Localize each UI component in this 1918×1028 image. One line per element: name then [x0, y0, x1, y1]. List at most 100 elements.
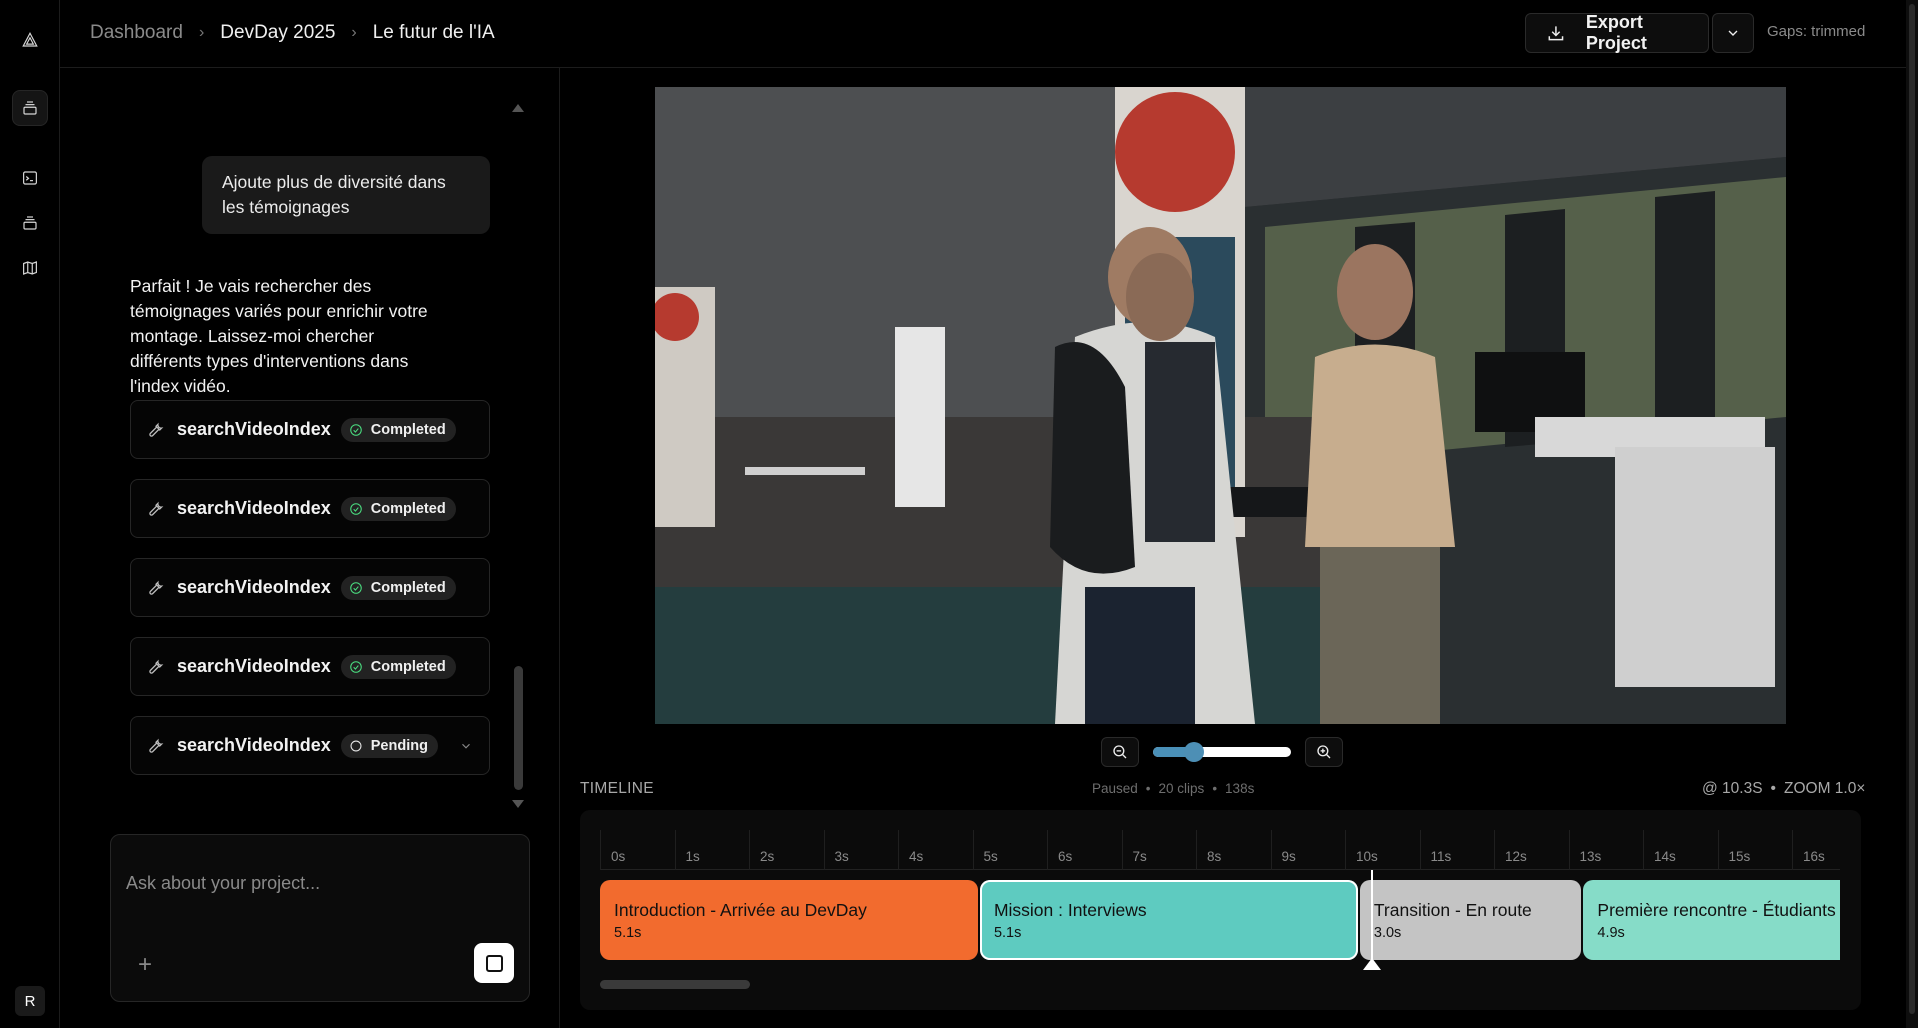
timeline-tick: 14s [1643, 830, 1676, 870]
zoom-in-button[interactable] [1305, 737, 1343, 767]
tool-call-card[interactable]: searchVideoIndex Completed [130, 558, 490, 617]
tool-call-name: searchVideoIndex [177, 577, 331, 597]
tool-call-card[interactable]: searchVideoIndex Completed [130, 637, 490, 696]
chat-scrollbar[interactable] [514, 666, 523, 790]
clip-title: Introduction - Arrivée au DevDay [614, 900, 867, 920]
tool-call-card[interactable]: searchVideoIndex Completed [130, 400, 490, 459]
terminal-icon[interactable] [12, 160, 48, 196]
clip-title: Mission : Interviews [993, 900, 1147, 920]
status-label: Completed [370, 579, 446, 596]
timeline-scrollbar[interactable] [600, 980, 750, 989]
status-label: Pending [370, 737, 428, 754]
zoom-slider-thumb[interactable] [1184, 742, 1205, 762]
chevron-down-icon [1728, 30, 1738, 36]
video-frame-image [655, 87, 1786, 724]
clip-duration: 4.9s [1597, 925, 1625, 941]
meta-separator: • [1770, 780, 1776, 797]
export-project-button[interactable]: Export Project [1525, 12, 1709, 53]
timeline-tick-label: 9s [1281, 849, 1296, 864]
scroll-down-icon[interactable] [512, 800, 524, 808]
wrench-icon [149, 738, 164, 753]
meta-separator: • [1212, 781, 1218, 796]
wrench-icon [149, 659, 164, 674]
timeline-tick: 6s [1047, 830, 1072, 870]
timeline-tick: 15s [1717, 830, 1750, 870]
timeline-meta: Paused • 20 clips • 138s [1092, 781, 1254, 796]
timeline-clip[interactable]: Transition - En route 3.0s [1359, 880, 1582, 960]
map-icon[interactable] [12, 250, 48, 286]
check-circle-icon [349, 660, 362, 673]
timeline-zoom: ZOOM 1.0× [1783, 780, 1866, 797]
tool-call-name: searchVideoIndex [177, 656, 331, 676]
clip-duration: 5.1s [614, 925, 642, 941]
tool-call-name: searchVideoIndex [177, 735, 331, 755]
clips-count: 20 clips [1158, 781, 1205, 796]
meta-separator: • [1145, 781, 1151, 796]
layers-icon[interactable] [12, 90, 48, 126]
chat-input[interactable] [126, 873, 506, 894]
chevron-down-icon[interactable] [459, 739, 473, 753]
tool-call-card[interactable]: searchVideoIndex Pending [130, 716, 490, 775]
zoom-slider[interactable] [1153, 742, 1291, 762]
timeline-tick-label: 1s [685, 849, 700, 864]
zoom-in-icon [1317, 745, 1331, 759]
timeline-clip[interactable]: Introduction - Arrivée au DevDay 5.1s [600, 880, 978, 960]
breadcrumb-dashboard[interactable]: Dashboard [90, 22, 183, 44]
stop-icon [485, 954, 503, 972]
gaps-status: Gaps: trimmed [1767, 23, 1866, 40]
status-label: Completed [370, 421, 446, 438]
breadcrumb-devday[interactable]: DevDay 2025 [220, 22, 335, 44]
assistant-message: Parfait ! Je vais rechercher des témoign… [130, 276, 428, 396]
timeline-clip[interactable]: Première rencontre - Étudiants 4.9s [1583, 880, 1840, 960]
tool-call-card[interactable]: searchVideoIndex Completed [130, 479, 490, 538]
zoom-out-icon [1113, 745, 1127, 759]
status-badge: Completed [340, 654, 456, 679]
status-label: Completed [370, 658, 446, 675]
stop-button[interactable] [474, 943, 514, 983]
add-attachment-icon[interactable]: + [133, 953, 157, 977]
playhead[interactable] [1371, 870, 1373, 970]
export-project-label: Export Project [1585, 12, 1647, 53]
tool-call-name: searchVideoIndex [177, 419, 331, 439]
timeline-tick-label: 11s [1430, 849, 1452, 864]
timeline-tick: 9s [1270, 830, 1296, 870]
timeline-tick-label: 4s [909, 849, 924, 864]
timeline-tick-label: 13s [1579, 849, 1602, 864]
wrench-icon [149, 580, 164, 595]
timeline-ruler[interactable]: 0s 1s 2s 3s 4s 5s 6s 7s 8s 9s 10s 11s 12s 13s 14s 15s 16… [600, 830, 1840, 870]
chat-panel: Ajoute plus de diversité dans les témoig… [60, 68, 560, 1028]
video-preview[interactable] [655, 87, 1786, 724]
timeline-tick: 4s [898, 830, 923, 870]
clip-duration: 3.0s [1373, 925, 1402, 941]
timeline-tick: 8s [1196, 830, 1221, 870]
timeline-tick-label: 14s [1654, 849, 1676, 864]
timeline-tick: 13s [1568, 830, 1601, 870]
timeline-tick-label: 16s [1803, 849, 1825, 864]
check-circle-icon [349, 423, 362, 436]
export-options-button[interactable] [1712, 13, 1754, 53]
timeline-tick-label: 10s [1356, 849, 1378, 864]
wrench-icon [149, 422, 164, 437]
stack-icon[interactable] [12, 205, 48, 241]
breadcrumb: Dashboard › DevDay 2025 › Le futur de l'… [90, 22, 495, 44]
timeline-tick: 5s [972, 830, 998, 870]
timeline-clip[interactable]: Mission : Interviews 5.1s [979, 880, 1358, 960]
status-badge: Completed [340, 496, 456, 521]
zoom-out-button[interactable] [1101, 737, 1139, 767]
page-scrollbar[interactable] [1906, 0, 1918, 1028]
scroll-up-icon[interactable] [512, 104, 524, 112]
status-label: Completed [370, 500, 446, 517]
clip-title: Première rencontre - Étudiants [1597, 900, 1836, 920]
zoom-controls [1101, 737, 1343, 767]
pending-circle-icon [350, 740, 362, 751]
clip-title: Transition - En route [1373, 900, 1532, 920]
wrench-icon [149, 501, 164, 516]
playback-state: Paused [1092, 781, 1138, 796]
playhead-handle[interactable] [1363, 958, 1381, 970]
status-badge: Pending [340, 733, 438, 758]
timeline-tick: 3s [823, 830, 849, 870]
logo-icon[interactable] [12, 22, 48, 58]
timeline-tick: 16s [1792, 830, 1825, 870]
playhead-time: @ 10.3S [1702, 780, 1763, 797]
avatar[interactable]: R [15, 986, 45, 1016]
